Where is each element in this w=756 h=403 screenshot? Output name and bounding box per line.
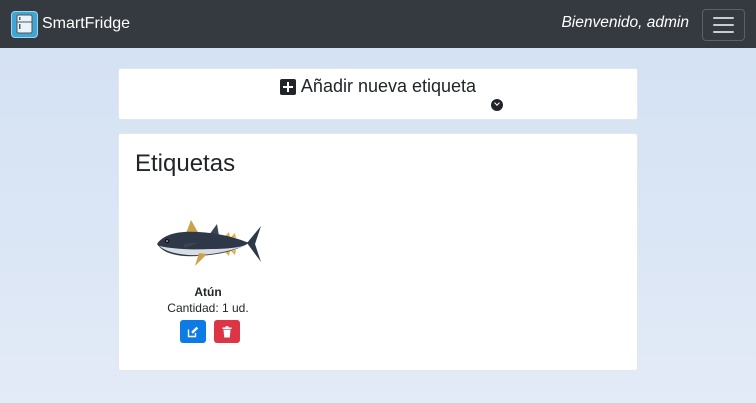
label-quantity: Cantidad: 1 ud. bbox=[167, 301, 249, 315]
navbar-toggle-button[interactable] bbox=[702, 9, 745, 41]
labels-card: Etiquetas Atún Cantidad: 1 ud. bbox=[118, 133, 638, 371]
edit-label-button[interactable] bbox=[180, 320, 206, 343]
label-item: Atún Cantidad: 1 ud. bbox=[149, 210, 267, 350]
tuna-fish-image bbox=[157, 220, 261, 266]
welcome-message: Bienvenido, admin bbox=[561, 14, 689, 31]
add-label-title: Añadir nueva etiqueta bbox=[300, 76, 477, 96]
labels-title: Etiquetas bbox=[135, 150, 236, 177]
plus-square-icon bbox=[279, 78, 296, 95]
top-navbar: SmartFridge Bienvenido, admin bbox=[0, 0, 756, 48]
edit-icon bbox=[187, 326, 199, 337]
brand-name: SmartFridge bbox=[42, 15, 131, 32]
add-label-card[interactable]: Añadir nueva etiqueta bbox=[118, 68, 638, 120]
label-name: Atún bbox=[194, 285, 222, 299]
fridge-icon bbox=[11, 10, 38, 38]
chevron-down-circle-icon[interactable] bbox=[491, 99, 503, 111]
brand-link[interactable]: SmartFridge bbox=[11, 10, 131, 38]
add-label-header[interactable]: Añadir nueva etiqueta bbox=[119, 76, 637, 97]
trash-icon bbox=[222, 325, 232, 337]
delete-label-button[interactable] bbox=[214, 320, 240, 343]
hamburger-menu-icon bbox=[713, 17, 734, 19]
